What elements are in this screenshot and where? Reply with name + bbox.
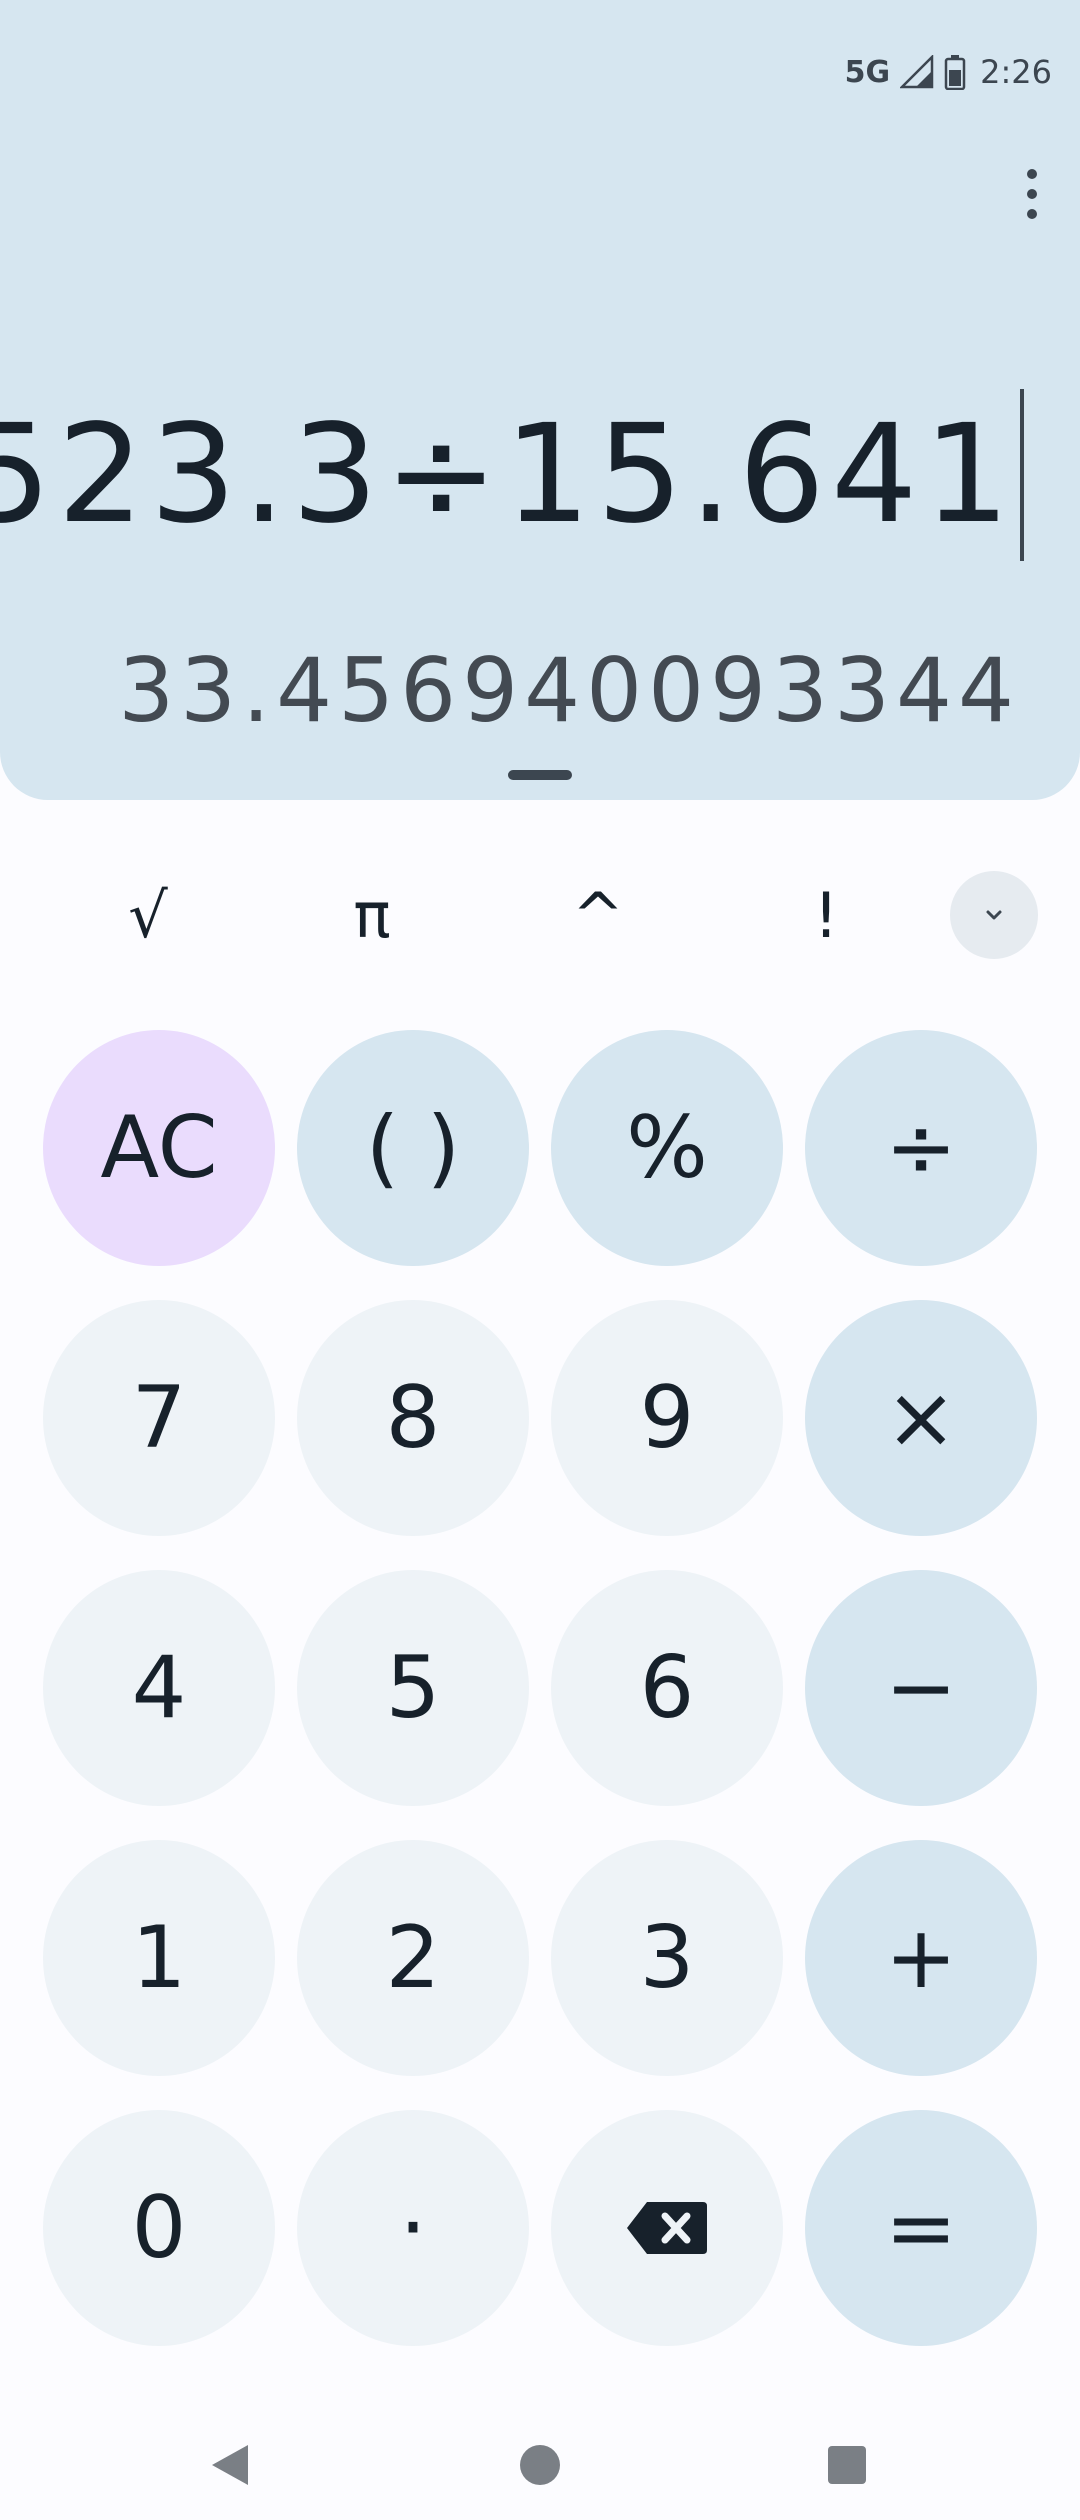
minus-button[interactable]: − (805, 1570, 1037, 1806)
clock: 2:26 (980, 53, 1052, 91)
digit-label: 0 (131, 2178, 187, 2278)
drag-handle[interactable] (508, 770, 572, 780)
clear-label: AC (100, 1098, 218, 1198)
sqrt-button[interactable]: √ (78, 860, 218, 970)
equals-label: = (884, 2178, 958, 2278)
digit-0-button[interactable]: 0 (43, 2110, 275, 2346)
digit-label: 5 (385, 1638, 441, 1738)
digit-label: 8 (385, 1368, 441, 1468)
divide-button[interactable]: ÷ (805, 1030, 1037, 1266)
parentheses-label: ( ) (365, 1098, 461, 1198)
percent-button[interactable]: % (551, 1030, 783, 1266)
digit-2-button[interactable]: 2 (297, 1840, 529, 2076)
digit-8-button[interactable]: 8 (297, 1300, 529, 1536)
back-triangle-icon[interactable] (185, 2420, 275, 2510)
decimal-button[interactable]: · (297, 2110, 529, 2346)
digit-1-button[interactable]: 1 (43, 1840, 275, 2076)
navigation-bar (0, 2400, 1080, 2520)
multiply-button[interactable]: × (805, 1300, 1037, 1536)
clear-button[interactable]: AC (43, 1030, 275, 1266)
divide-label: ÷ (884, 1098, 958, 1198)
digit-label: 1 (131, 1908, 187, 2008)
text-cursor (1020, 389, 1024, 561)
expression-text: 523.3÷15.641 (0, 396, 1016, 554)
backspace-button[interactable] (551, 2110, 783, 2346)
plus-label: + (884, 1908, 958, 2008)
digit-3-button[interactable]: 3 (551, 1840, 783, 2076)
decimal-label: · (399, 2178, 427, 2278)
more-vert-icon[interactable] (998, 150, 1066, 238)
parentheses-button[interactable]: ( ) (297, 1030, 529, 1266)
digit-label: 7 (131, 1368, 187, 1468)
digit-label: 2 (385, 1908, 441, 2008)
multiply-label: × (884, 1368, 958, 1468)
status-bar: 5G 2:26 (845, 48, 1052, 96)
plus-button[interactable]: + (805, 1840, 1037, 2076)
digit-label: 6 (639, 1638, 695, 1738)
battery-icon (944, 54, 966, 90)
signal-icon (900, 55, 934, 89)
digit-label: 4 (131, 1638, 187, 1738)
digit-6-button[interactable]: 6 (551, 1570, 783, 1806)
chevron-down-icon[interactable] (950, 871, 1038, 959)
result-preview: 33.456940093344 (118, 638, 1020, 742)
digit-label: 9 (639, 1368, 695, 1468)
percent-label: % (626, 1098, 708, 1198)
scientific-row: √ π ^ ! (0, 860, 1080, 970)
digit-5-button[interactable]: 5 (297, 1570, 529, 1806)
power-button[interactable]: ^ (528, 860, 668, 970)
network-type: 5G (844, 54, 891, 90)
minus-label: − (884, 1638, 958, 1738)
factorial-button[interactable]: ! (756, 860, 896, 970)
digit-label: 3 (639, 1908, 695, 2008)
expression-field[interactable]: 523.3÷15.641 (0, 380, 1024, 570)
recents-square-icon[interactable] (802, 2420, 892, 2510)
digit-7-button[interactable]: 7 (43, 1300, 275, 1536)
display-panel: 5G 2:26 523.3÷15.641 33.456940093344 (0, 0, 1080, 800)
home-circle-icon[interactable] (495, 2420, 585, 2510)
backspace-icon (627, 2202, 707, 2254)
pi-button[interactable]: π (302, 860, 442, 970)
digit-4-button[interactable]: 4 (43, 1570, 275, 1806)
equals-button[interactable]: = (805, 2110, 1037, 2346)
calculator-screen: 5G 2:26 523.3÷15.641 33.456940093344 √ π… (0, 0, 1080, 2520)
digit-9-button[interactable]: 9 (551, 1300, 783, 1536)
